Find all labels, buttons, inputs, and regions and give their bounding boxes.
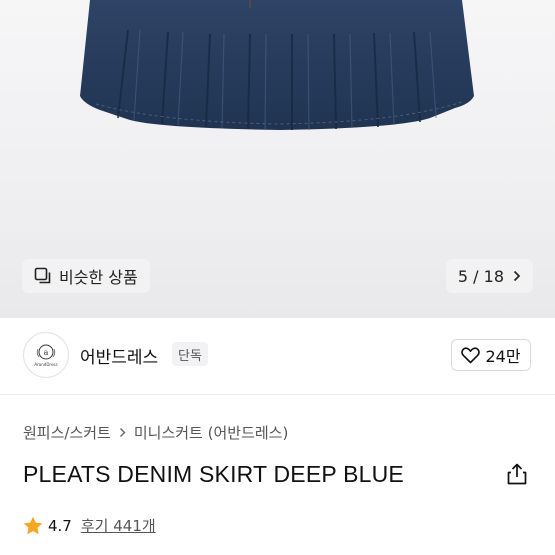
star-icon xyxy=(23,516,43,535)
image-counter: 5 / 18 xyxy=(457,266,504,286)
like-store-button[interactable]: 24만 xyxy=(451,339,531,371)
like-count: 24만 xyxy=(485,347,521,366)
product-title: PLEATS DENIM SKIRT DEEP BLUE xyxy=(23,461,404,487)
breadcrumb-category[interactable]: 원피스/스커트 xyxy=(23,422,111,443)
heart-icon xyxy=(461,346,481,363)
store-logo[interactable]: a ArandDress xyxy=(23,332,69,378)
share-icon[interactable] xyxy=(506,462,528,486)
rating-score: 4.7 xyxy=(48,516,72,535)
chevron-right-icon xyxy=(513,270,521,282)
divider xyxy=(0,394,555,395)
svg-text:a: a xyxy=(44,348,49,357)
store-logo-emblem: a ArandDress xyxy=(34,344,58,367)
similar-products-label: 비슷한 상품 xyxy=(59,268,138,287)
similar-products-icon xyxy=(34,267,51,284)
rating-row: 4.7 후기 441개 xyxy=(23,515,156,536)
store-name[interactable]: 어반드레스 xyxy=(80,343,158,368)
breadcrumb-subcategory[interactable]: 미니스커트 (어반드레스) xyxy=(134,422,288,443)
store-row[interactable]: a ArandDress 어반드레스 단독 24만 xyxy=(0,318,555,394)
breadcrumb: 원피스/스커트 미니스커트 (어반드레스) xyxy=(23,422,288,443)
similar-products-button[interactable]: 비슷한 상품 xyxy=(22,259,150,293)
chevron-right-icon xyxy=(119,428,126,437)
product-image-gallery[interactable]: 비슷한 상품 5 / 18 xyxy=(0,0,555,318)
image-counter-button[interactable]: 5 / 18 xyxy=(445,259,533,293)
exclusive-badge: 단독 xyxy=(172,342,208,366)
svg-text:ArandDress: ArandDress xyxy=(34,362,57,367)
reviews-link[interactable]: 후기 441개 xyxy=(81,515,156,536)
